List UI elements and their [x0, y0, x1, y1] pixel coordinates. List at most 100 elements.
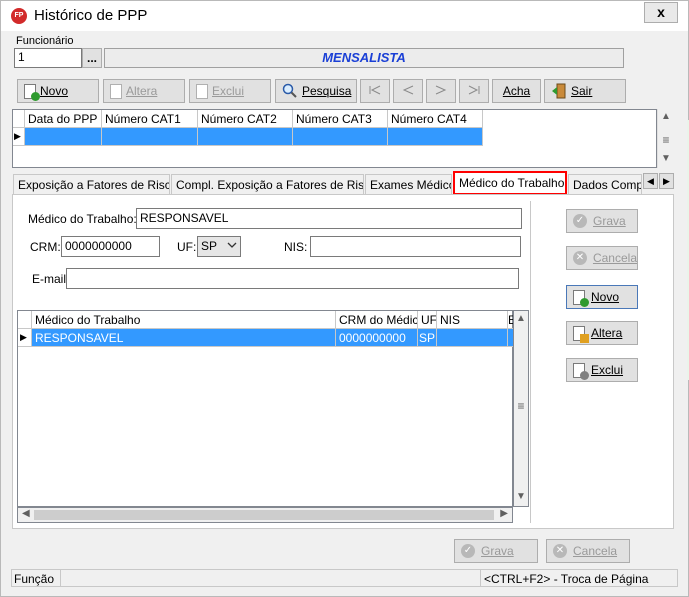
funcionario-code-input[interactable]: 1	[14, 48, 82, 68]
novo-button[interactable]: Novo	[17, 79, 99, 103]
grid-header-cat1[interactable]: Número CAT1	[102, 110, 198, 128]
grid-header-nis[interactable]: NIS	[437, 311, 508, 329]
nis-label: NIS:	[284, 240, 308, 254]
table-cell[interactable]	[437, 329, 508, 347]
last-record-icon	[467, 84, 481, 99]
scroll-thumb[interactable]	[34, 510, 494, 520]
first-record-button[interactable]	[360, 79, 390, 103]
magnifier-icon	[282, 83, 298, 99]
scroll-up-icon[interactable]: ▲	[658, 111, 674, 122]
tab-exposicao[interactable]: Exposição a Fatores de Riscos	[13, 174, 170, 194]
table-row[interactable]: RESPONSAVEL	[32, 329, 336, 347]
table-cell[interactable]	[388, 128, 483, 146]
acha-button[interactable]: Acha	[492, 79, 541, 103]
grava-button[interactable]: ✓ Grava	[566, 209, 638, 233]
grid-header-crm[interactable]: CRM do Médico	[336, 311, 418, 329]
scroll-left-icon[interactable]: ◀	[22, 508, 30, 519]
medico-label: Médico do Trabalho:	[28, 212, 137, 226]
new-document-icon	[24, 83, 40, 101]
scroll-down-icon[interactable]: ▼	[514, 491, 528, 502]
exclui-button[interactable]: Exclui	[189, 79, 271, 103]
tab-dados-complementares[interactable]: Dados Complem	[568, 174, 642, 194]
grid-header-cat4[interactable]: Número CAT4	[388, 110, 483, 128]
altera-medico-button[interactable]: Altera	[566, 321, 638, 345]
grid-header-cat2[interactable]: Número CAT2	[198, 110, 293, 128]
novo-medico-button[interactable]: Novo	[566, 285, 638, 309]
edit-document-icon	[110, 83, 122, 99]
title-bar: FP Histórico de PPP x	[1, 1, 688, 31]
scroll-up-icon[interactable]: ▲	[514, 313, 528, 324]
scroll-right-icon[interactable]: ▶	[500, 508, 508, 519]
new-document-icon	[573, 289, 589, 307]
grid-header-medico[interactable]: Médico do Trabalho	[32, 311, 336, 329]
tab-scroll-left-icon[interactable]: ◀	[643, 173, 658, 189]
uf-value: SP	[201, 239, 218, 253]
uf-label: UF:	[177, 240, 197, 254]
prior-record-icon	[401, 84, 415, 99]
row-pointer-icon: ▶	[18, 329, 32, 347]
scroll-grip-icon[interactable]: ≡	[514, 399, 528, 413]
table-row[interactable]	[25, 128, 102, 146]
medico-input[interactable]: RESPONSAVEL	[136, 208, 522, 229]
ppp-window: FP Histórico de PPP x Funcionário 1 ... …	[0, 0, 689, 597]
top-grid-scrollbar[interactable]: ▲ ≡ ▼	[657, 109, 674, 168]
table-cell[interactable]	[102, 128, 198, 146]
status-divider	[480, 570, 481, 586]
exclui-medico-button[interactable]: Exclui	[566, 358, 638, 382]
status-right: <CTRL+F2> - Troca de Página	[484, 572, 649, 586]
status-left: Função	[14, 572, 55, 586]
grid-indicator-header	[13, 110, 25, 128]
detail-grid-hscroll[interactable]: ◀ ▶	[17, 507, 513, 523]
window-title: Histórico de PPP	[34, 7, 148, 24]
edit-document-icon	[573, 325, 589, 343]
delete-document-icon	[573, 362, 589, 380]
grid-header-uf[interactable]: UF	[418, 311, 437, 329]
exit-door-icon	[551, 83, 567, 99]
table-cell[interactable]	[293, 128, 388, 146]
bottom-cancela-button[interactable]: ✕ Cancela	[546, 539, 630, 563]
delete-document-icon	[196, 83, 208, 99]
detail-grid-vscroll[interactable]: ▲ ≡ ▼	[513, 310, 529, 507]
check-icon: ✓	[461, 544, 475, 558]
tab-scroll-right-icon[interactable]: ▶	[659, 173, 674, 189]
last-record-button[interactable]	[459, 79, 489, 103]
nis-input[interactable]	[310, 236, 521, 257]
medico-grid[interactable]: Médico do Trabalho CRM do Médico UF NIS …	[17, 310, 514, 507]
funcionario-name-display: MENSALISTA	[104, 48, 624, 68]
panel-divider	[530, 201, 531, 523]
table-cell[interactable]	[198, 128, 293, 146]
cancela-button[interactable]: ✕ Cancela	[566, 246, 638, 270]
table-cell[interactable]: SP	[418, 329, 437, 347]
bottom-grava-button[interactable]: ✓ Grava	[454, 539, 538, 563]
app-logo-icon: FP	[11, 8, 27, 24]
cancel-icon: ✕	[573, 251, 587, 265]
next-record-button[interactable]	[426, 79, 456, 103]
chevron-down-icon	[227, 239, 237, 254]
altera-button[interactable]: Altera	[103, 79, 185, 103]
crm-input[interactable]: 0000000000	[61, 236, 160, 257]
scroll-down-icon[interactable]: ▼	[658, 153, 674, 164]
email-label: E-mail:	[32, 272, 70, 286]
grid-header-data-ppp[interactable]: Data do PPP	[25, 110, 102, 128]
scroll-grip-icon[interactable]: ≡	[658, 133, 674, 147]
crm-label: CRM:	[30, 240, 61, 254]
close-button[interactable]: x	[644, 2, 678, 23]
uf-select[interactable]: SP	[197, 236, 241, 257]
tab-exames-medicos[interactable]: Exames Médicos	[365, 174, 452, 194]
first-record-icon	[368, 84, 382, 99]
table-cell[interactable]: 0000000000	[336, 329, 418, 347]
grid-header-cat3[interactable]: Número CAT3	[293, 110, 388, 128]
row-pointer-icon: ▶	[13, 128, 25, 146]
prior-record-button[interactable]	[393, 79, 423, 103]
pesquisa-button[interactable]: Pesquisa	[275, 79, 357, 103]
status-divider	[60, 570, 61, 586]
status-bar: Função <CTRL+F2> - Troca de Página	[11, 569, 678, 587]
grid-indicator-header	[18, 311, 32, 329]
tab-medico-trabalho[interactable]: Médico do Trabalho	[453, 171, 567, 195]
email-input[interactable]	[66, 268, 519, 289]
tab-compl-exposicao[interactable]: Compl. Exposição a Fatores de Riscos	[171, 174, 364, 194]
funcionario-lookup-button[interactable]: ...	[82, 48, 102, 68]
funcionario-label: Funcionário	[16, 35, 74, 47]
sair-button[interactable]: Sair	[544, 79, 626, 103]
ppp-grid[interactable]: Data do PPP Número CAT1 Número CAT2 Núme…	[12, 109, 657, 168]
